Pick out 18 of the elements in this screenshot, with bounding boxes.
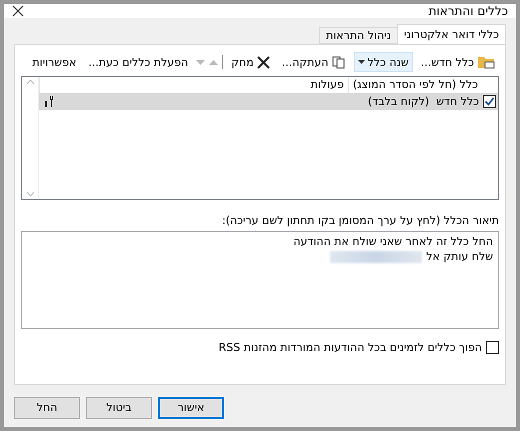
options-button[interactable]: אפשרויות <box>28 52 80 72</box>
rule-name: כלל חדש (לקוח בלבד) <box>366 95 480 108</box>
dialog-button[interactable]: אישור <box>158 396 224 418</box>
description-label: תיאור הכלל (לחץ על ערך המסומן בקו תחתון לשם עריכה): <box>221 214 499 227</box>
window-title: כללים והתראות <box>428 4 508 18</box>
tab[interactable]: ניהול התראות <box>319 27 398 44</box>
tab[interactable]: כללי דואר אלקטרוני <box>397 24 506 44</box>
delete-button[interactable]: מחק <box>227 52 274 72</box>
new-rule-button[interactable]: כלל חדש... <box>416 52 499 72</box>
dialog-button[interactable]: החל <box>14 396 80 418</box>
description-line: שלח עותק אל <box>426 250 493 263</box>
change-rule-button[interactable]: שנה כלל <box>354 52 413 72</box>
description-line: החל כלל זה לאחר שאני שולח את ההודעה <box>293 235 493 248</box>
copy-button[interactable]: העתקה... <box>278 52 350 72</box>
dialog-button[interactable]: ביטול <box>86 396 152 418</box>
run-rules-button[interactable]: הפעלת כללים כעת... <box>84 52 192 72</box>
rule-row[interactable]: כלל חדש (לקוח בלבד) <box>39 93 498 110</box>
rss-label: הפוך כללים לזמינים בכל ההודעות המורדות מהזנות RSS <box>218 341 482 354</box>
